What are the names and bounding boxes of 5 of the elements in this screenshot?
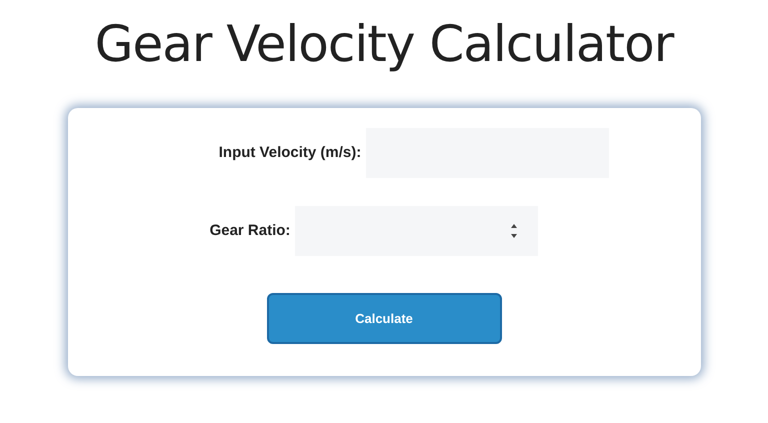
calculate-button[interactable]: Calculate (266, 293, 502, 344)
field-label: Gear Ratio: (210, 220, 290, 241)
page-title: Gear Velocity Calculator (94, 14, 674, 74)
number-field[interactable] (295, 206, 538, 256)
field-label: Input Velocity (m/s): (218, 142, 362, 163)
